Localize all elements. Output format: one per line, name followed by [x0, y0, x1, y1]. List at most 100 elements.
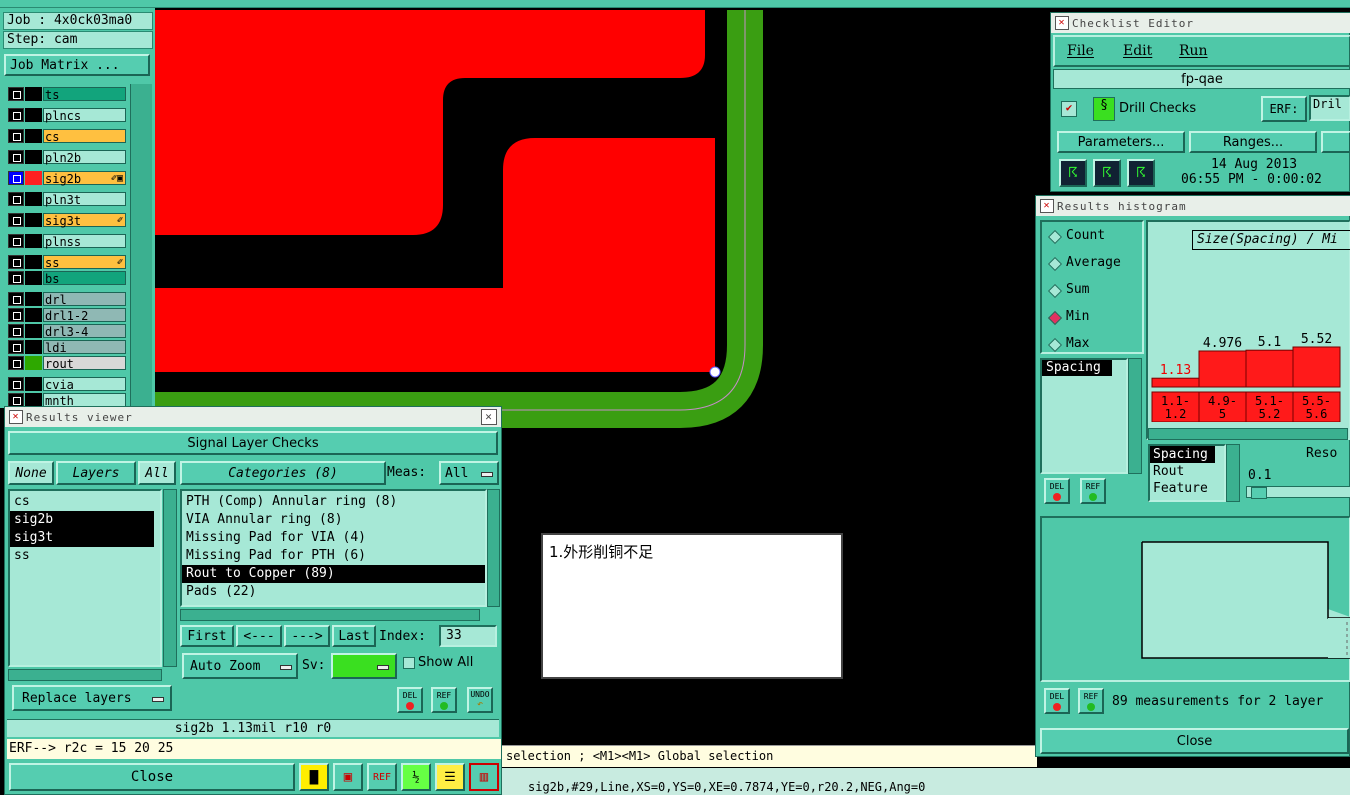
preview-del-button[interactable]: DEL	[1044, 688, 1070, 714]
measure-list-vscroll[interactable]	[1226, 444, 1240, 502]
number-tool-icon[interactable]: ½	[401, 763, 431, 791]
extra-button[interactable]	[1321, 131, 1350, 153]
results-viewer-titlebar[interactable]: ✕ Results viewer ✕	[5, 407, 501, 427]
window-menu-icon[interactable]: ✕	[1055, 16, 1069, 30]
category-item[interactable]: PTH (Comp) Annular ring (8)	[182, 493, 485, 511]
layer-name[interactable]: pln2b	[43, 150, 126, 165]
last-button[interactable]: Last	[332, 625, 376, 647]
first-button[interactable]: First	[180, 625, 234, 647]
layer-result-item[interactable]: sig2b	[10, 511, 154, 529]
category-item[interactable]: Missing Pad for PTH (6)	[182, 547, 485, 565]
layer-name[interactable]: sig3t ✐	[43, 213, 126, 228]
histogram-field-vscroll[interactable]	[1128, 358, 1142, 474]
layer-row-sig2b[interactable]: sig2b ✐▣	[8, 170, 126, 186]
histogram-titlebar[interactable]: ✕ Results histogram	[1036, 196, 1350, 216]
histogram-bar[interactable]	[1292, 346, 1341, 388]
replace-layers-select[interactable]: Replace layers	[12, 685, 172, 711]
layer-result-item[interactable]: ss	[10, 547, 154, 565]
radio-max[interactable]: Max	[1047, 336, 1140, 356]
layer-checkbox[interactable]	[8, 308, 24, 322]
histogram-bar[interactable]	[1151, 377, 1200, 388]
signal-layer-checks-header[interactable]: Signal Layer Checks	[8, 431, 498, 455]
radio-min[interactable]: Min	[1047, 309, 1140, 329]
measure-item[interactable]: Feature	[1150, 480, 1215, 497]
ref-button[interactable]: REF	[431, 687, 457, 713]
layer-checkbox[interactable]	[8, 356, 24, 370]
run-action-icon-3[interactable]: ☈	[1127, 159, 1155, 187]
layer-name[interactable]: cs	[43, 129, 126, 144]
layer-color-swatch[interactable]	[25, 213, 42, 227]
layer-row-rout[interactable]: rout	[8, 355, 126, 371]
preview-ref-button[interactable]: REF	[1078, 688, 1104, 714]
layer-name[interactable]: mnth	[43, 393, 126, 408]
highlight-tool-icon[interactable]: ▇	[299, 763, 329, 791]
layer-row-drl1-2[interactable]: drl1-2	[8, 307, 126, 323]
layer-checkbox[interactable]	[8, 171, 24, 185]
menu-run[interactable]: Run	[1179, 43, 1208, 59]
layer-color-swatch[interactable]	[25, 234, 42, 248]
window-menu-icon[interactable]: ✕	[9, 410, 23, 424]
layer-color-swatch[interactable]	[25, 271, 42, 285]
layer-color-swatch[interactable]	[25, 292, 42, 306]
layer-color-swatch[interactable]	[25, 324, 42, 338]
layer-checkbox[interactable]	[8, 129, 24, 143]
menu-file[interactable]: File	[1067, 43, 1094, 59]
layer-result-item[interactable]: sig3t	[10, 529, 154, 547]
layer-checkbox[interactable]	[8, 213, 24, 227]
layer-name[interactable]: pln3t	[43, 192, 126, 207]
histogram-del-button[interactable]: DEL	[1044, 478, 1070, 504]
layer-row-plncs[interactable]: plncs	[8, 107, 126, 123]
layer-name[interactable]: sig2b ✐▣	[43, 171, 126, 186]
histogram-bar[interactable]	[1198, 350, 1247, 388]
layer-color-swatch[interactable]	[25, 150, 42, 164]
all-layers-button[interactable]: All	[138, 461, 176, 485]
sv-color-select[interactable]	[331, 653, 397, 679]
layer-checkbox[interactable]	[8, 292, 24, 306]
histogram-bar[interactable]	[1245, 349, 1294, 388]
layer-name[interactable]: drl	[43, 292, 126, 307]
layer-checkbox[interactable]	[8, 340, 24, 354]
undo-button[interactable]: UNDO ↶	[467, 687, 493, 713]
category-item[interactable]: Pads (22)	[182, 583, 485, 601]
radio-count[interactable]: Count	[1047, 228, 1140, 248]
layer-color-swatch[interactable]	[25, 255, 42, 269]
layer-panel-scrollbar[interactable]	[130, 84, 152, 408]
histogram-hscroll[interactable]	[1148, 428, 1348, 440]
layer-checkbox[interactable]	[8, 255, 24, 269]
histogram-tool-icon[interactable]: ▥	[469, 763, 499, 791]
erf-button[interactable]: ERF:	[1261, 96, 1307, 122]
layer-result-item[interactable]: cs	[10, 493, 154, 511]
layer-row-plnss[interactable]: plnss	[8, 233, 126, 249]
measure-item[interactable]: Rout	[1150, 463, 1215, 480]
layer-name[interactable]: cvia	[43, 377, 126, 392]
layer-color-swatch[interactable]	[25, 393, 42, 407]
measure-item[interactable]: Spacing	[1150, 446, 1215, 463]
run-action-icon-2[interactable]: ☈	[1093, 159, 1121, 187]
category-item[interactable]: VIA Annular ring (8)	[182, 511, 485, 529]
layer-results-list[interactable]: cs sig2b sig3t ss	[8, 489, 162, 667]
category-item[interactable]: Rout to Copper (89)	[182, 565, 485, 583]
category-list-hscroll[interactable]	[180, 609, 480, 621]
job-matrix-button[interactable]: Job Matrix ...	[4, 54, 150, 76]
layer-list-hscroll[interactable]	[8, 669, 162, 681]
menu-edit[interactable]: Edit	[1123, 43, 1152, 59]
layer-checkbox[interactable]	[8, 377, 24, 391]
layer-name[interactable]: ss ✐	[43, 255, 126, 270]
layer-row-ts[interactable]: ts	[8, 86, 126, 102]
none-button[interactable]: None	[8, 461, 54, 485]
layer-name[interactable]: drl1-2	[43, 308, 126, 323]
layer-color-swatch[interactable]	[25, 377, 42, 391]
meas-select[interactable]: All	[439, 461, 499, 485]
layer-color-swatch[interactable]	[25, 192, 42, 206]
parameters-button[interactable]: Parameters...	[1057, 131, 1185, 153]
layer-row-pln2b[interactable]: pln2b	[8, 149, 126, 165]
layer-checkbox[interactable]	[8, 324, 24, 338]
next-button[interactable]: --->	[284, 625, 330, 647]
layer-name[interactable]: bs	[43, 271, 126, 286]
radio-average[interactable]: Average	[1047, 255, 1140, 275]
layer-row-drl3-4[interactable]: drl3-4	[8, 323, 126, 339]
layer-list-vscroll[interactable]	[163, 489, 177, 667]
checklist-editor-titlebar[interactable]: ✕ Checklist Editor	[1051, 13, 1350, 33]
category-list-vscroll[interactable]	[487, 489, 500, 607]
layer-name[interactable]: ts	[43, 87, 126, 102]
